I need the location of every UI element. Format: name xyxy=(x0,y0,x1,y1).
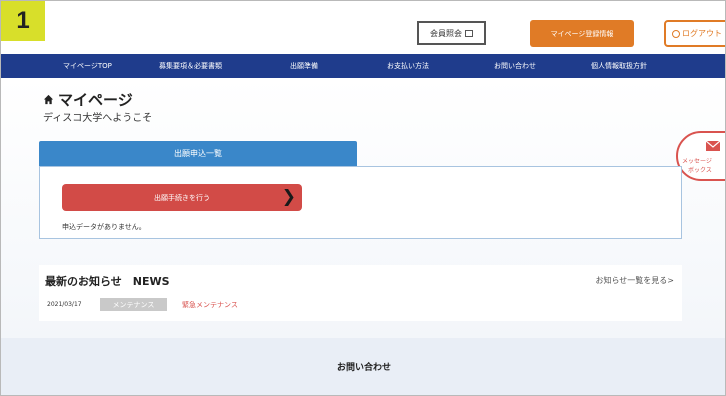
application-list-panel: 出願手続きを行う ❯ 申込データがありません。 xyxy=(39,166,682,239)
step-number-badge: 1 xyxy=(1,1,45,41)
news-section: 最新のお知らせ NEWS お知らせ一覧を見る> 2021/03/17 メンテナン… xyxy=(39,265,682,321)
nav-item-preparation[interactable]: 出願準備 xyxy=(290,54,318,78)
message-box-label-line2: ボックス xyxy=(688,167,712,174)
screenshot-frame: 1 会員照会 マイページ登録情報 ログアウト マイページTOP 募集要項＆必要書… xyxy=(0,0,726,396)
news-list-link[interactable]: お知らせ一覧を見る> xyxy=(595,275,674,286)
start-application-button[interactable]: 出願手続きを行う ❯ xyxy=(62,184,302,211)
news-heading: 最新のお知らせ NEWS xyxy=(45,275,170,288)
nav-item-contact[interactable]: お問い合わせ xyxy=(494,54,536,78)
news-item-date: 2021/03/17 xyxy=(47,301,82,308)
message-box-button[interactable]: メッセージ ボックス xyxy=(676,131,725,181)
no-application-data-text: 申込データがありません。 xyxy=(62,223,146,231)
nav-item-requirements[interactable]: 募集要項＆必要書類 xyxy=(159,54,222,78)
page-title-row: マイページ xyxy=(43,89,133,110)
home-icon xyxy=(43,94,54,105)
nav-item-mypage-top[interactable]: マイページTOP xyxy=(63,54,112,78)
mypage-register-info-button[interactable]: マイページ登録情報 xyxy=(530,20,634,47)
logout-button[interactable]: ログアウト xyxy=(664,20,725,47)
nav-item-payment[interactable]: お支払い方法 xyxy=(387,54,429,78)
logout-icon xyxy=(672,29,680,38)
nav-item-privacy[interactable]: 個人情報取扱方針 xyxy=(591,54,647,78)
tab-application-list[interactable]: 出願申込一覧 xyxy=(39,141,357,166)
member-info-button[interactable]: 会員照会 xyxy=(417,21,486,45)
member-info-label: 会員照会 xyxy=(430,28,462,38)
logout-label: ログアウト xyxy=(682,29,722,38)
news-item-category-badge: メンテナンス xyxy=(100,298,167,311)
chevron-right-icon: ❯ xyxy=(281,187,296,207)
news-item-title-link[interactable]: 緊急メンテナンス xyxy=(182,300,238,310)
contact-heading: お問い合わせ xyxy=(336,363,391,373)
external-window-icon xyxy=(465,29,473,37)
envelope-icon xyxy=(706,141,720,151)
site-header: 会員照会 マイページ登録情報 ログアウト xyxy=(1,1,725,53)
global-nav: マイページTOP 募集要項＆必要書類 出願準備 お支払い方法 お問い合わせ 個人… xyxy=(1,54,725,78)
page-title: マイページ xyxy=(58,91,133,109)
message-box-label-line1: メッセージ xyxy=(682,158,712,165)
welcome-text: ディスコ大学へようこそ xyxy=(43,113,153,124)
start-application-label: 出願手続きを行う xyxy=(154,193,210,202)
